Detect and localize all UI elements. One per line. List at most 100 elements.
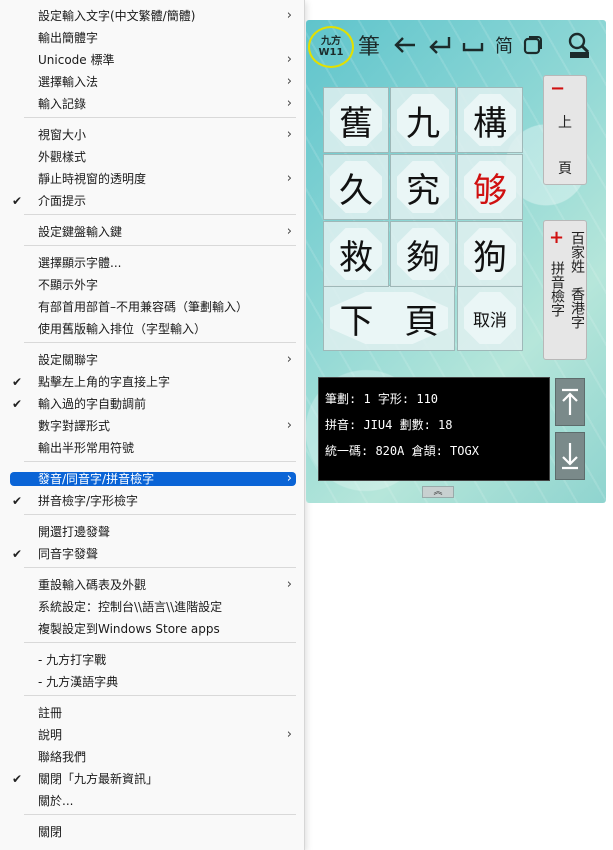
scroll-bottom-button[interactable] bbox=[555, 432, 585, 480]
lookup-panel[interactable]: + 百家姓 香港字 拼音檢字 bbox=[543, 220, 587, 360]
candidate-char: 狗 bbox=[473, 237, 507, 278]
chevron-right-icon: › bbox=[286, 8, 292, 23]
menu-item[interactable]: 設定輸入文字(中文繁體/簡體) › bbox=[10, 5, 296, 27]
chevron-right-icon: › bbox=[286, 418, 292, 433]
menu-item[interactable]: 視窗大小 › bbox=[10, 124, 296, 146]
plus-icon: + bbox=[549, 227, 565, 248]
menu-item-label: 有部首用部首–不用兼容碼（筆劃輸入） bbox=[38, 300, 249, 314]
check-icon: ✔ bbox=[12, 494, 23, 508]
chevron-right-icon: › bbox=[286, 127, 292, 142]
menu-item[interactable]: 聯絡我們 bbox=[10, 746, 296, 768]
menu-item[interactable]: ✔ 關閉「九方最新資訊」 bbox=[10, 768, 296, 790]
menu-item[interactable]: 設定關聯字 › bbox=[10, 349, 296, 371]
menu-item-label: 開還打邊發聲 bbox=[38, 525, 111, 539]
jiufang-logo-button[interactable]: 九方 W11 bbox=[308, 26, 354, 68]
scroll-top-button[interactable] bbox=[555, 378, 585, 426]
simplified-button[interactable]: 简 bbox=[492, 30, 516, 60]
menu-separator bbox=[24, 814, 296, 815]
bottom-right-char: 頁 bbox=[404, 301, 439, 342]
candidate-cell[interactable]: 够 bbox=[457, 154, 523, 220]
menu-item[interactable]: 外觀樣式 bbox=[10, 146, 296, 168]
menu-separator bbox=[24, 214, 296, 215]
menu-item-label: 關閉 bbox=[38, 825, 63, 839]
window-icon[interactable] bbox=[520, 30, 546, 60]
menu-item[interactable]: 重設輸入碼表及外觀 › bbox=[10, 574, 296, 596]
candidate-cell[interactable]: 救 bbox=[323, 221, 389, 287]
menu-item-label: - 九方打字戰 bbox=[38, 653, 107, 667]
menu-item[interactable]: 說明 › bbox=[10, 724, 296, 746]
menu-item[interactable]: 設定鍵盤輸入鍵 › bbox=[10, 221, 296, 243]
menu-item[interactable]: - 九方漢語字典 bbox=[10, 671, 296, 693]
menu-item[interactable]: 複製設定到Windows Store apps bbox=[10, 618, 296, 640]
check-icon: ✔ bbox=[12, 194, 23, 208]
menu-item[interactable]: Unicode 標準 › bbox=[10, 49, 296, 71]
menu-item-label: 拼音檢字/字形檢字 bbox=[38, 494, 139, 508]
menu-item[interactable]: ✔ 點擊左上角的字直接上字 bbox=[10, 371, 296, 393]
menu-item[interactable]: 使用舊版輸入排位（字型輸入） bbox=[10, 318, 296, 340]
menu-item[interactable]: ✔ 介面提示 bbox=[10, 190, 296, 212]
chevron-right-icon: › bbox=[286, 727, 292, 742]
menu-item[interactable]: 輸入記錄 › bbox=[10, 93, 296, 115]
menu-item[interactable]: 開還打邊發聲 bbox=[10, 521, 296, 543]
menu-item[interactable]: 選擇輸入法 › bbox=[10, 71, 296, 93]
candidate-char: 救 bbox=[339, 237, 373, 278]
page-up-button[interactable]: − 上 頁 bbox=[543, 75, 587, 185]
candidate-cell[interactable]: 狗 bbox=[457, 221, 523, 287]
menu-item[interactable]: 發音/同音字/拼音檢字 › bbox=[10, 472, 296, 486]
magnifier-dictionary-icon[interactable] bbox=[564, 30, 594, 60]
cancel-button[interactable]: 取消 bbox=[457, 285, 523, 351]
menu-separator bbox=[24, 245, 296, 246]
info-line2: 拼音: JIU4 劃數: 18 bbox=[325, 418, 453, 432]
menu-item[interactable]: 靜止時視窗的透明度 › bbox=[10, 168, 296, 190]
space-icon[interactable] bbox=[460, 30, 486, 60]
bottom-left-char: 下 bbox=[339, 301, 374, 342]
enter-icon[interactable] bbox=[426, 30, 454, 60]
menu-item-label: 選擇顯示字體... bbox=[38, 256, 122, 270]
menu-separator bbox=[24, 461, 296, 462]
menu-item-label: 重設輸入碼表及外觀 bbox=[38, 578, 147, 592]
menu-separator bbox=[24, 342, 296, 343]
menu-item[interactable]: ✔ 同音字發聲 bbox=[10, 543, 296, 565]
candidate-char: 九 bbox=[406, 103, 440, 144]
menu-item-label: 輸出半形常用符號 bbox=[38, 441, 135, 455]
candidate-cell[interactable]: 久 bbox=[323, 154, 389, 220]
menu-item-label: 設定輸入文字(中文繁體/簡體) bbox=[38, 9, 196, 23]
ime-toolbar: 九方 W11 筆 简 bbox=[306, 20, 606, 70]
menu-item[interactable]: 輸出半形常用符號 bbox=[10, 437, 296, 459]
menu-item-label: 輸出簡體字 bbox=[38, 31, 99, 45]
candidate-cell[interactable]: 夠 bbox=[390, 221, 456, 287]
menu-item-label: 數字對譯形式 bbox=[38, 419, 111, 433]
menu-item-label: 說明 bbox=[38, 728, 63, 742]
page-down-cell[interactable]: 下 頁 bbox=[323, 285, 455, 351]
info-line1: 筆劃: 1 字形: 110 bbox=[325, 392, 439, 406]
menu-item[interactable]: 系統設定：控制台\\語言\\進階設定 bbox=[10, 596, 296, 618]
menu-item[interactable]: 數字對譯形式 › bbox=[10, 415, 296, 437]
collapse-chevron-icon[interactable]: ︽ bbox=[422, 486, 454, 498]
menu-item-label: 複製設定到Windows Store apps bbox=[38, 622, 220, 636]
menu-item-label: 選擇輸入法 bbox=[38, 75, 99, 89]
menu-item[interactable]: 關閉 bbox=[10, 821, 296, 843]
menu-item[interactable]: ✔ 拼音檢字/字形檢字 bbox=[10, 490, 296, 512]
menu-item[interactable]: 關於... bbox=[10, 790, 296, 812]
candidate-cell[interactable]: 舊 bbox=[323, 87, 389, 153]
stroke-mode-button[interactable]: 筆 bbox=[354, 30, 384, 60]
menu-item[interactable]: - 九方打字戰 bbox=[10, 649, 296, 671]
menu-item[interactable]: 輸出簡體字 bbox=[10, 27, 296, 49]
menu-item-label: 使用舊版輸入排位（字型輸入） bbox=[38, 322, 207, 336]
menu-item-label: 設定鍵盤輸入鍵 bbox=[38, 225, 123, 239]
candidate-cell[interactable]: 九 bbox=[390, 87, 456, 153]
back-arrow-icon[interactable] bbox=[392, 30, 418, 60]
candidate-cell[interactable]: 究 bbox=[390, 154, 456, 220]
logo-line1: 九方 bbox=[321, 36, 341, 47]
menu-item-label: 系統設定：控制台\\語言\\進階設定 bbox=[38, 600, 223, 614]
menu-item[interactable]: 不顯示外字 bbox=[10, 274, 296, 296]
chevron-right-icon: › bbox=[286, 96, 292, 111]
candidate-char: 够 bbox=[473, 170, 507, 211]
menu-item[interactable]: 選擇顯示字體... bbox=[10, 252, 296, 274]
menu-item-label: 靜止時視窗的透明度 bbox=[38, 172, 147, 186]
menu-item[interactable]: ✔ 輸入過的字自動調前 bbox=[10, 393, 296, 415]
candidate-cell[interactable]: 構 bbox=[457, 87, 523, 153]
menu-item[interactable]: 註冊 bbox=[10, 702, 296, 724]
menu-item-label: 註冊 bbox=[38, 706, 63, 720]
menu-item[interactable]: 有部首用部首–不用兼容碼（筆劃輸入） bbox=[10, 296, 296, 318]
